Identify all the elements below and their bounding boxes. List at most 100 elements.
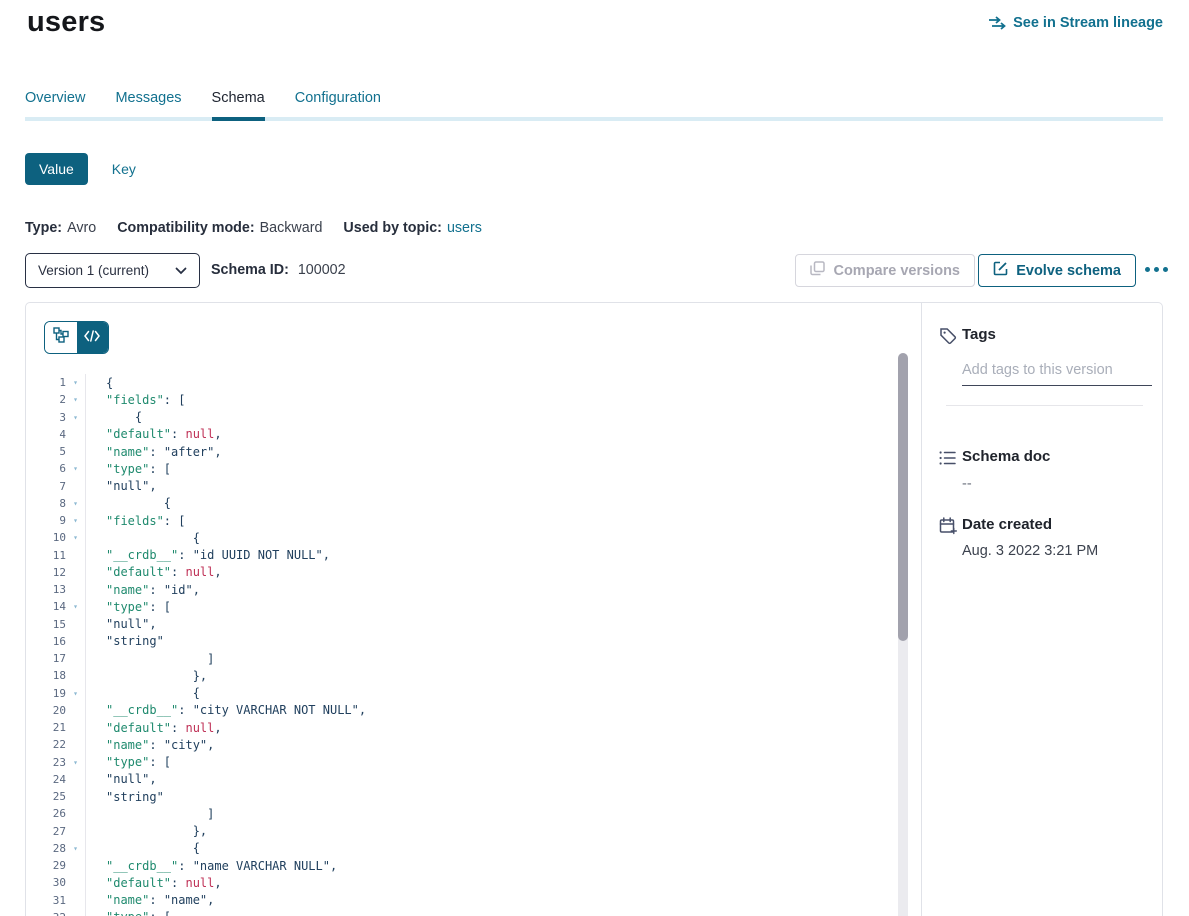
code-text: "name": "name", (85, 892, 896, 909)
fold-arrow-icon[interactable]: ▾ (66, 689, 85, 698)
schema-id: Schema ID: 100002 (211, 262, 346, 278)
code-text: "type": [ (85, 460, 896, 477)
line-number: 20 (26, 704, 66, 717)
code-view-icon (84, 329, 100, 347)
key-toggle-link[interactable]: Key (112, 161, 136, 177)
calendar-icon (939, 517, 957, 535)
view-mode-toggle (44, 321, 109, 354)
code-text: ] (85, 650, 896, 667)
code-text: ] (85, 805, 896, 822)
tree-view-icon (53, 327, 69, 348)
line-number: 21 (26, 721, 66, 734)
line-number: 16 (26, 635, 66, 648)
evolve-schema-label: Evolve schema (1016, 263, 1121, 279)
code-line: 21 "default": null, (26, 719, 896, 736)
date-created-title: Date created (962, 516, 1052, 533)
fold-arrow-icon[interactable]: ▾ (66, 758, 85, 767)
schema-meta-row: Type:Avro Compatibility mode:Backward Us… (25, 220, 482, 236)
code-line: 9▾ "fields": [ (26, 512, 896, 529)
line-number: 8 (26, 497, 66, 510)
code-line: 20 "__crdb__": "city VARCHAR NOT NULL", (26, 702, 896, 719)
compatibility-meta: Compatibility mode:Backward (117, 220, 322, 236)
code-line: 29 "__crdb__": "name VARCHAR NULL", (26, 857, 896, 874)
code-line: 25 "string" (26, 788, 896, 805)
line-number: 19 (26, 687, 66, 700)
code-line: 32▾ "type": [ (26, 909, 896, 916)
line-number: 18 (26, 669, 66, 682)
code-line: 2▾ "fields": [ (26, 391, 896, 408)
code-text: "default": null, (85, 564, 896, 581)
fold-arrow-icon[interactable]: ▾ (66, 516, 85, 525)
line-number: 17 (26, 652, 66, 665)
type-value: Avro (67, 220, 96, 236)
schema-sidebar: Tags Schema doc -- Date created Aug. 3 2… (921, 303, 1163, 916)
more-options-button[interactable] (1141, 263, 1172, 276)
fold-arrow-icon[interactable]: ▾ (66, 395, 85, 404)
fold-arrow-icon[interactable]: ▾ (66, 413, 85, 422)
used-by-topic-link[interactable]: users (447, 220, 482, 236)
code-text: "default": null, (85, 874, 896, 891)
code-text: "null", (85, 771, 896, 788)
value-key-toggle: Value Key (25, 153, 136, 185)
stream-lineage-label: See in Stream lineage (1013, 15, 1163, 31)
fold-arrow-icon[interactable]: ▾ (66, 533, 85, 542)
line-number: 15 (26, 618, 66, 631)
code-view-button[interactable] (77, 322, 109, 353)
code-text: "__crdb__": "id UUID NOT NULL", (85, 547, 896, 564)
code-text: "default": null, (85, 719, 896, 736)
line-number: 1 (26, 376, 66, 389)
line-number: 27 (26, 825, 66, 838)
code-text: "string" (85, 788, 896, 805)
line-number: 9 (26, 514, 66, 527)
code-scrollbar-track[interactable] (898, 353, 908, 916)
code-line: 19▾ { (26, 685, 896, 702)
tags-title: Tags (962, 326, 996, 343)
code-text: "null", (85, 478, 896, 495)
tree-view-button[interactable] (45, 322, 77, 353)
code-text: "name": "city", (85, 736, 896, 753)
compare-versions-button[interactable]: Compare versions (795, 254, 975, 287)
tab-schema[interactable]: Schema (212, 90, 265, 121)
line-number: 6 (26, 462, 66, 475)
code-text: "fields": [ (85, 512, 896, 529)
code-scrollbar-thumb[interactable] (898, 353, 908, 641)
ellipsis-dot (1145, 267, 1150, 272)
fold-arrow-icon[interactable]: ▾ (66, 844, 85, 853)
tags-input[interactable] (962, 358, 1152, 386)
schema-doc-icon (939, 450, 957, 468)
fold-arrow-icon[interactable]: ▾ (66, 464, 85, 473)
ellipsis-dot (1154, 267, 1159, 272)
line-number: 10 (26, 531, 66, 544)
code-line: 7 "null", (26, 478, 896, 495)
value-toggle-button[interactable]: Value (25, 153, 88, 185)
code-text: "name": "id", (85, 581, 896, 598)
code-line: 12 "default": null, (26, 564, 896, 581)
code-line: 28▾ { (26, 840, 896, 857)
stream-lineage-link[interactable]: See in Stream lineage (988, 15, 1163, 31)
line-number: 2 (26, 393, 66, 406)
code-line: 31 "name": "name", (26, 892, 896, 909)
fold-arrow-icon[interactable]: ▾ (66, 378, 85, 387)
code-line: 5 "name": "after", (26, 443, 896, 460)
code-text: "type": [ (85, 598, 896, 615)
code-text: { (85, 409, 896, 426)
line-number: 25 (26, 790, 66, 803)
code-line: 18 }, (26, 667, 896, 684)
code-line: 14▾ "type": [ (26, 598, 896, 615)
line-number: 32 (26, 911, 66, 916)
line-number: 24 (26, 773, 66, 786)
fold-arrow-icon[interactable]: ▾ (66, 499, 85, 508)
line-number: 14 (26, 600, 66, 613)
fold-arrow-icon[interactable]: ▾ (66, 602, 85, 611)
code-text: "default": null, (85, 426, 896, 443)
line-number: 5 (26, 445, 66, 458)
version-select[interactable]: Version 1 (current) (25, 253, 200, 288)
code-line: 6▾ "type": [ (26, 460, 896, 477)
line-number: 22 (26, 738, 66, 751)
code-line: 10▾ { (26, 529, 896, 546)
code-line: 1▾{ (26, 374, 896, 391)
evolve-schema-button[interactable]: Evolve schema (978, 254, 1136, 287)
edit-icon (993, 261, 1008, 280)
line-number: 3 (26, 411, 66, 424)
page-title: users (27, 6, 105, 39)
